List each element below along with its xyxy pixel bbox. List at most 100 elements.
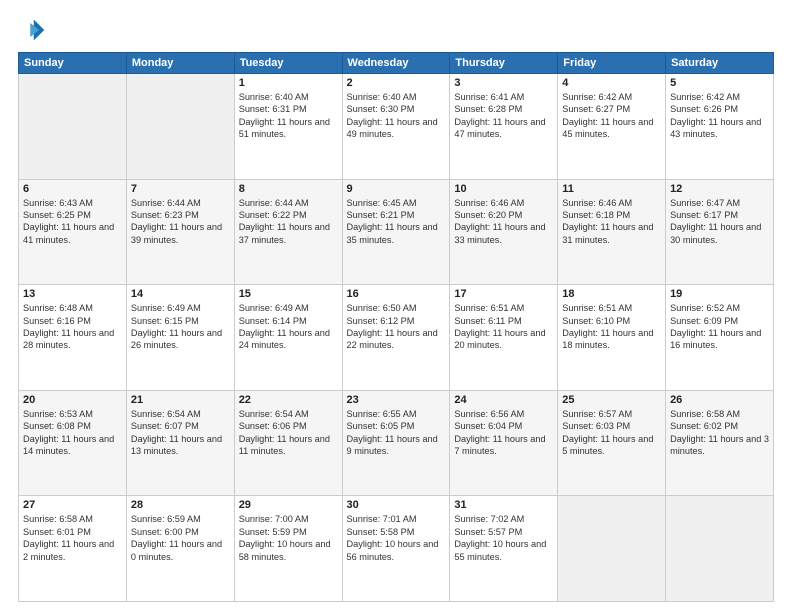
calendar-day: 7 Sunrise: 6:44 AM Sunset: 6:23 PM Daylig… (126, 179, 234, 285)
day-number: 8 (239, 183, 338, 195)
day-detail: Sunrise: 6:41 AM Sunset: 6:28 PM Dayligh… (454, 91, 553, 141)
calendar-day: 3 Sunrise: 6:41 AM Sunset: 6:28 PM Daylig… (450, 74, 558, 180)
calendar-day: 17Sunrise: 6:51 AM Sunset: 6:11 PM Dayli… (450, 285, 558, 391)
day-number: 22 (239, 394, 338, 406)
calendar-week-row: 20Sunrise: 6:53 AM Sunset: 6:08 PM Dayli… (19, 390, 774, 496)
day-detail: Sunrise: 6:46 AM Sunset: 6:20 PM Dayligh… (454, 197, 553, 247)
day-number: 23 (347, 394, 446, 406)
calendar-day: 2 Sunrise: 6:40 AM Sunset: 6:30 PM Daylig… (342, 74, 450, 180)
day-number: 21 (131, 394, 230, 406)
day-number: 28 (131, 499, 230, 511)
day-detail: Sunrise: 6:56 AM Sunset: 6:04 PM Dayligh… (454, 408, 553, 458)
day-detail: Sunrise: 6:58 AM Sunset: 6:01 PM Dayligh… (23, 513, 122, 563)
day-detail: Sunrise: 6:40 AM Sunset: 6:30 PM Dayligh… (347, 91, 446, 141)
day-detail: Sunrise: 6:50 AM Sunset: 6:12 PM Dayligh… (347, 302, 446, 352)
day-number: 9 (347, 183, 446, 195)
day-number: 17 (454, 288, 553, 300)
day-number: 27 (23, 499, 122, 511)
logo (18, 16, 50, 44)
calendar-day: 20Sunrise: 6:53 AM Sunset: 6:08 PM Dayli… (19, 390, 127, 496)
day-number: 30 (347, 499, 446, 511)
calendar-day: 8 Sunrise: 6:44 AM Sunset: 6:22 PM Daylig… (234, 179, 342, 285)
day-detail: Sunrise: 6:42 AM Sunset: 6:27 PM Dayligh… (562, 91, 661, 141)
calendar-day: 25 Sunrise: 6:57 AM Sunset: 6:03 PM Dayli… (558, 390, 666, 496)
day-detail: Sunrise: 6:48 AM Sunset: 6:16 PM Dayligh… (23, 302, 122, 352)
calendar-day: 23Sunrise: 6:55 AM Sunset: 6:05 PM Dayli… (342, 390, 450, 496)
calendar-day: 11Sunrise: 6:46 AM Sunset: 6:18 PM Dayli… (558, 179, 666, 285)
calendar-day (19, 74, 127, 180)
day-detail: Sunrise: 7:01 AM Sunset: 5:58 PM Dayligh… (347, 513, 446, 563)
day-number: 29 (239, 499, 338, 511)
calendar-day: 16 Sunrise: 6:50 AM Sunset: 6:12 PM Dayli… (342, 285, 450, 391)
day-number: 10 (454, 183, 553, 195)
day-detail: Sunrise: 6:46 AM Sunset: 6:18 PM Dayligh… (562, 197, 661, 247)
day-number: 12 (670, 183, 769, 195)
day-number: 13 (23, 288, 122, 300)
day-number: 18 (562, 288, 661, 300)
calendar-day: 18 Sunrise: 6:51 AM Sunset: 6:10 PM Dayli… (558, 285, 666, 391)
calendar-week-row: 6Sunrise: 6:43 AM Sunset: 6:25 PM Daylig… (19, 179, 774, 285)
day-detail: Sunrise: 6:44 AM Sunset: 6:22 PM Dayligh… (239, 197, 338, 247)
calendar-day: 9Sunrise: 6:45 AM Sunset: 6:21 PM Daylig… (342, 179, 450, 285)
day-number: 16 (347, 288, 446, 300)
calendar-body: 1 Sunrise: 6:40 AM Sunset: 6:31 PM Daylig… (19, 74, 774, 602)
day-header: Monday (126, 53, 234, 74)
day-detail: Sunrise: 6:47 AM Sunset: 6:17 PM Dayligh… (670, 197, 769, 247)
calendar-day (666, 496, 774, 602)
day-header: Saturday (666, 53, 774, 74)
calendar-week-row: 1 Sunrise: 6:40 AM Sunset: 6:31 PM Daylig… (19, 74, 774, 180)
day-detail: Sunrise: 6:54 AM Sunset: 6:07 PM Dayligh… (131, 408, 230, 458)
calendar-week-row: 27 Sunrise: 6:58 AM Sunset: 6:01 PM Dayli… (19, 496, 774, 602)
calendar-day: 31 Sunrise: 7:02 AM Sunset: 5:57 PM Dayli… (450, 496, 558, 602)
day-number: 3 (454, 77, 553, 89)
day-number: 19 (670, 288, 769, 300)
day-detail: Sunrise: 6:52 AM Sunset: 6:09 PM Dayligh… (670, 302, 769, 352)
day-number: 1 (239, 77, 338, 89)
day-header: Wednesday (342, 53, 450, 74)
calendar-day: 13 Sunrise: 6:48 AM Sunset: 6:16 PM Dayli… (19, 285, 127, 391)
day-detail: Sunrise: 6:58 AM Sunset: 6:02 PM Dayligh… (670, 408, 769, 458)
day-number: 24 (454, 394, 553, 406)
calendar-header-row: SundayMondayTuesdayWednesdayThursdayFrid… (19, 53, 774, 74)
calendar-day: 15 Sunrise: 6:49 AM Sunset: 6:14 PM Dayli… (234, 285, 342, 391)
calendar-day: 27 Sunrise: 6:58 AM Sunset: 6:01 PM Dayli… (19, 496, 127, 602)
day-number: 5 (670, 77, 769, 89)
day-detail: Sunrise: 7:02 AM Sunset: 5:57 PM Dayligh… (454, 513, 553, 563)
day-detail: Sunrise: 6:49 AM Sunset: 6:15 PM Dayligh… (131, 302, 230, 352)
logo-icon (18, 16, 46, 44)
calendar-week-row: 13 Sunrise: 6:48 AM Sunset: 6:16 PM Dayli… (19, 285, 774, 391)
header (18, 16, 774, 44)
calendar-day: 10 Sunrise: 6:46 AM Sunset: 6:20 PM Dayli… (450, 179, 558, 285)
day-number: 4 (562, 77, 661, 89)
day-detail: Sunrise: 6:42 AM Sunset: 6:26 PM Dayligh… (670, 91, 769, 141)
day-number: 15 (239, 288, 338, 300)
day-detail: Sunrise: 6:40 AM Sunset: 6:31 PM Dayligh… (239, 91, 338, 141)
calendar-day: 6Sunrise: 6:43 AM Sunset: 6:25 PM Daylig… (19, 179, 127, 285)
calendar-day (558, 496, 666, 602)
day-detail: Sunrise: 6:57 AM Sunset: 6:03 PM Dayligh… (562, 408, 661, 458)
calendar-day: 28 Sunrise: 6:59 AM Sunset: 6:00 PM Dayli… (126, 496, 234, 602)
day-detail: Sunrise: 7:00 AM Sunset: 5:59 PM Dayligh… (239, 513, 338, 563)
day-header: Thursday (450, 53, 558, 74)
day-detail: Sunrise: 6:59 AM Sunset: 6:00 PM Dayligh… (131, 513, 230, 563)
day-number: 6 (23, 183, 122, 195)
day-detail: Sunrise: 6:49 AM Sunset: 6:14 PM Dayligh… (239, 302, 338, 352)
day-number: 25 (562, 394, 661, 406)
day-number: 7 (131, 183, 230, 195)
day-detail: Sunrise: 6:51 AM Sunset: 6:10 PM Dayligh… (562, 302, 661, 352)
calendar-day: 14Sunrise: 6:49 AM Sunset: 6:15 PM Dayli… (126, 285, 234, 391)
day-header: Sunday (19, 53, 127, 74)
day-detail: Sunrise: 6:44 AM Sunset: 6:23 PM Dayligh… (131, 197, 230, 247)
calendar-day: 30 Sunrise: 7:01 AM Sunset: 5:58 PM Dayli… (342, 496, 450, 602)
day-header: Friday (558, 53, 666, 74)
day-number: 20 (23, 394, 122, 406)
calendar-day: 4 Sunrise: 6:42 AM Sunset: 6:27 PM Daylig… (558, 74, 666, 180)
day-number: 2 (347, 77, 446, 89)
calendar-day: 22Sunrise: 6:54 AM Sunset: 6:06 PM Dayli… (234, 390, 342, 496)
calendar-day (126, 74, 234, 180)
day-number: 31 (454, 499, 553, 511)
calendar-day: 5 Sunrise: 6:42 AM Sunset: 6:26 PM Daylig… (666, 74, 774, 180)
calendar-day: 1 Sunrise: 6:40 AM Sunset: 6:31 PM Daylig… (234, 74, 342, 180)
calendar-day: 12 Sunrise: 6:47 AM Sunset: 6:17 PM Dayli… (666, 179, 774, 285)
calendar-day: 21 Sunrise: 6:54 AM Sunset: 6:07 PM Dayli… (126, 390, 234, 496)
